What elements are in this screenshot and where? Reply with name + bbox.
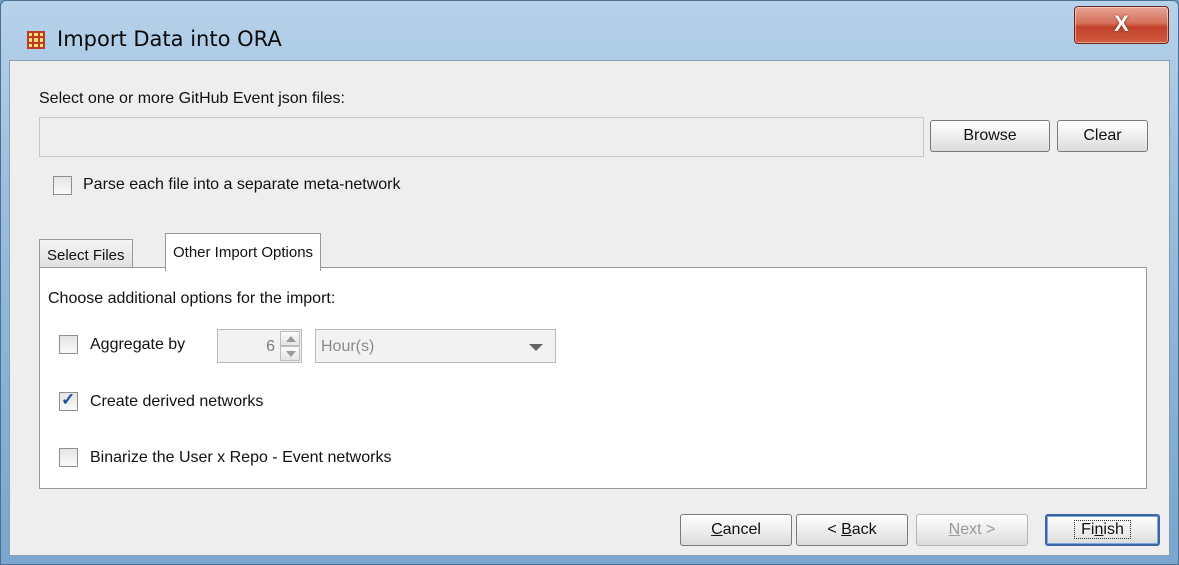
options-heading: Choose additional options for the import…	[48, 290, 336, 307]
parse-separate-checkbox[interactable]	[53, 176, 72, 195]
binarize-label: Binarize the User x Repo - Event network…	[90, 449, 392, 466]
derived-networks-checkbox[interactable]: ✓	[59, 390, 78, 411]
dropdown-arrow-icon	[529, 344, 543, 351]
cancel-button[interactable]: Cancel	[680, 514, 792, 546]
other-import-options-panel: Choose additional options for the import…	[39, 267, 1147, 489]
tab-select-files[interactable]: Select Files	[39, 239, 133, 270]
spinner-up-button[interactable]	[280, 331, 300, 346]
aggregate-amount-value: 6	[266, 338, 275, 355]
window-title: Import Data into ORA	[57, 27, 282, 51]
aggregate-checkbox[interactable]	[59, 335, 78, 354]
next-mnemonic: N	[948, 521, 961, 538]
import-dialog-window: Import Data into ORA X Select one or mor…	[0, 0, 1179, 565]
check-icon: ✓	[61, 390, 76, 409]
finish-button[interactable]: Finish	[1045, 514, 1160, 546]
spinner-down-button[interactable]	[280, 346, 300, 361]
tab-other-import-options[interactable]: Other Import Options	[165, 233, 322, 271]
close-icon: X	[1114, 11, 1129, 36]
finish-label-pre: Fi	[1081, 521, 1095, 538]
browse-button[interactable]: Browse	[930, 120, 1050, 152]
back-button[interactable]: < Back	[796, 514, 908, 546]
close-button[interactable]: X	[1074, 6, 1169, 44]
back-label-pre: <	[827, 521, 842, 538]
back-label-rest: ack	[851, 521, 877, 538]
aggregate-unit-value: Hour(s)	[321, 338, 375, 355]
finish-label-rest: ish	[1103, 521, 1124, 538]
file-path-field[interactable]	[39, 117, 924, 157]
file-select-prompt: Select one or more GitHub Event json fil…	[39, 90, 345, 107]
aggregate-amount-spinner[interactable]: 6	[217, 329, 302, 363]
parse-separate-label: Parse each file into a separate meta-net…	[83, 176, 401, 193]
aggregate-label: Aggregate by	[90, 336, 186, 353]
title-bar[interactable]: Import Data into ORA X	[1, 1, 1178, 61]
next-label-rest: ext >	[960, 521, 996, 538]
cancel-mnemonic: C	[711, 521, 723, 538]
next-button[interactable]: Next >	[916, 514, 1028, 546]
binarize-checkbox[interactable]	[59, 448, 78, 467]
dialog-content: Select one or more GitHub Event json fil…	[9, 60, 1170, 556]
aggregate-unit-dropdown[interactable]: Hour(s)	[315, 329, 556, 363]
cancel-label-rest: ancel	[722, 521, 761, 538]
spinner-up-icon	[286, 336, 296, 342]
derived-networks-label: Create derived networks	[90, 393, 264, 410]
ora-app-icon	[27, 31, 45, 49]
back-mnemonic: B	[841, 521, 852, 538]
clear-button[interactable]: Clear	[1057, 120, 1148, 152]
spinner-down-icon	[286, 351, 296, 357]
finish-focus-ring: Finish	[1074, 520, 1131, 539]
